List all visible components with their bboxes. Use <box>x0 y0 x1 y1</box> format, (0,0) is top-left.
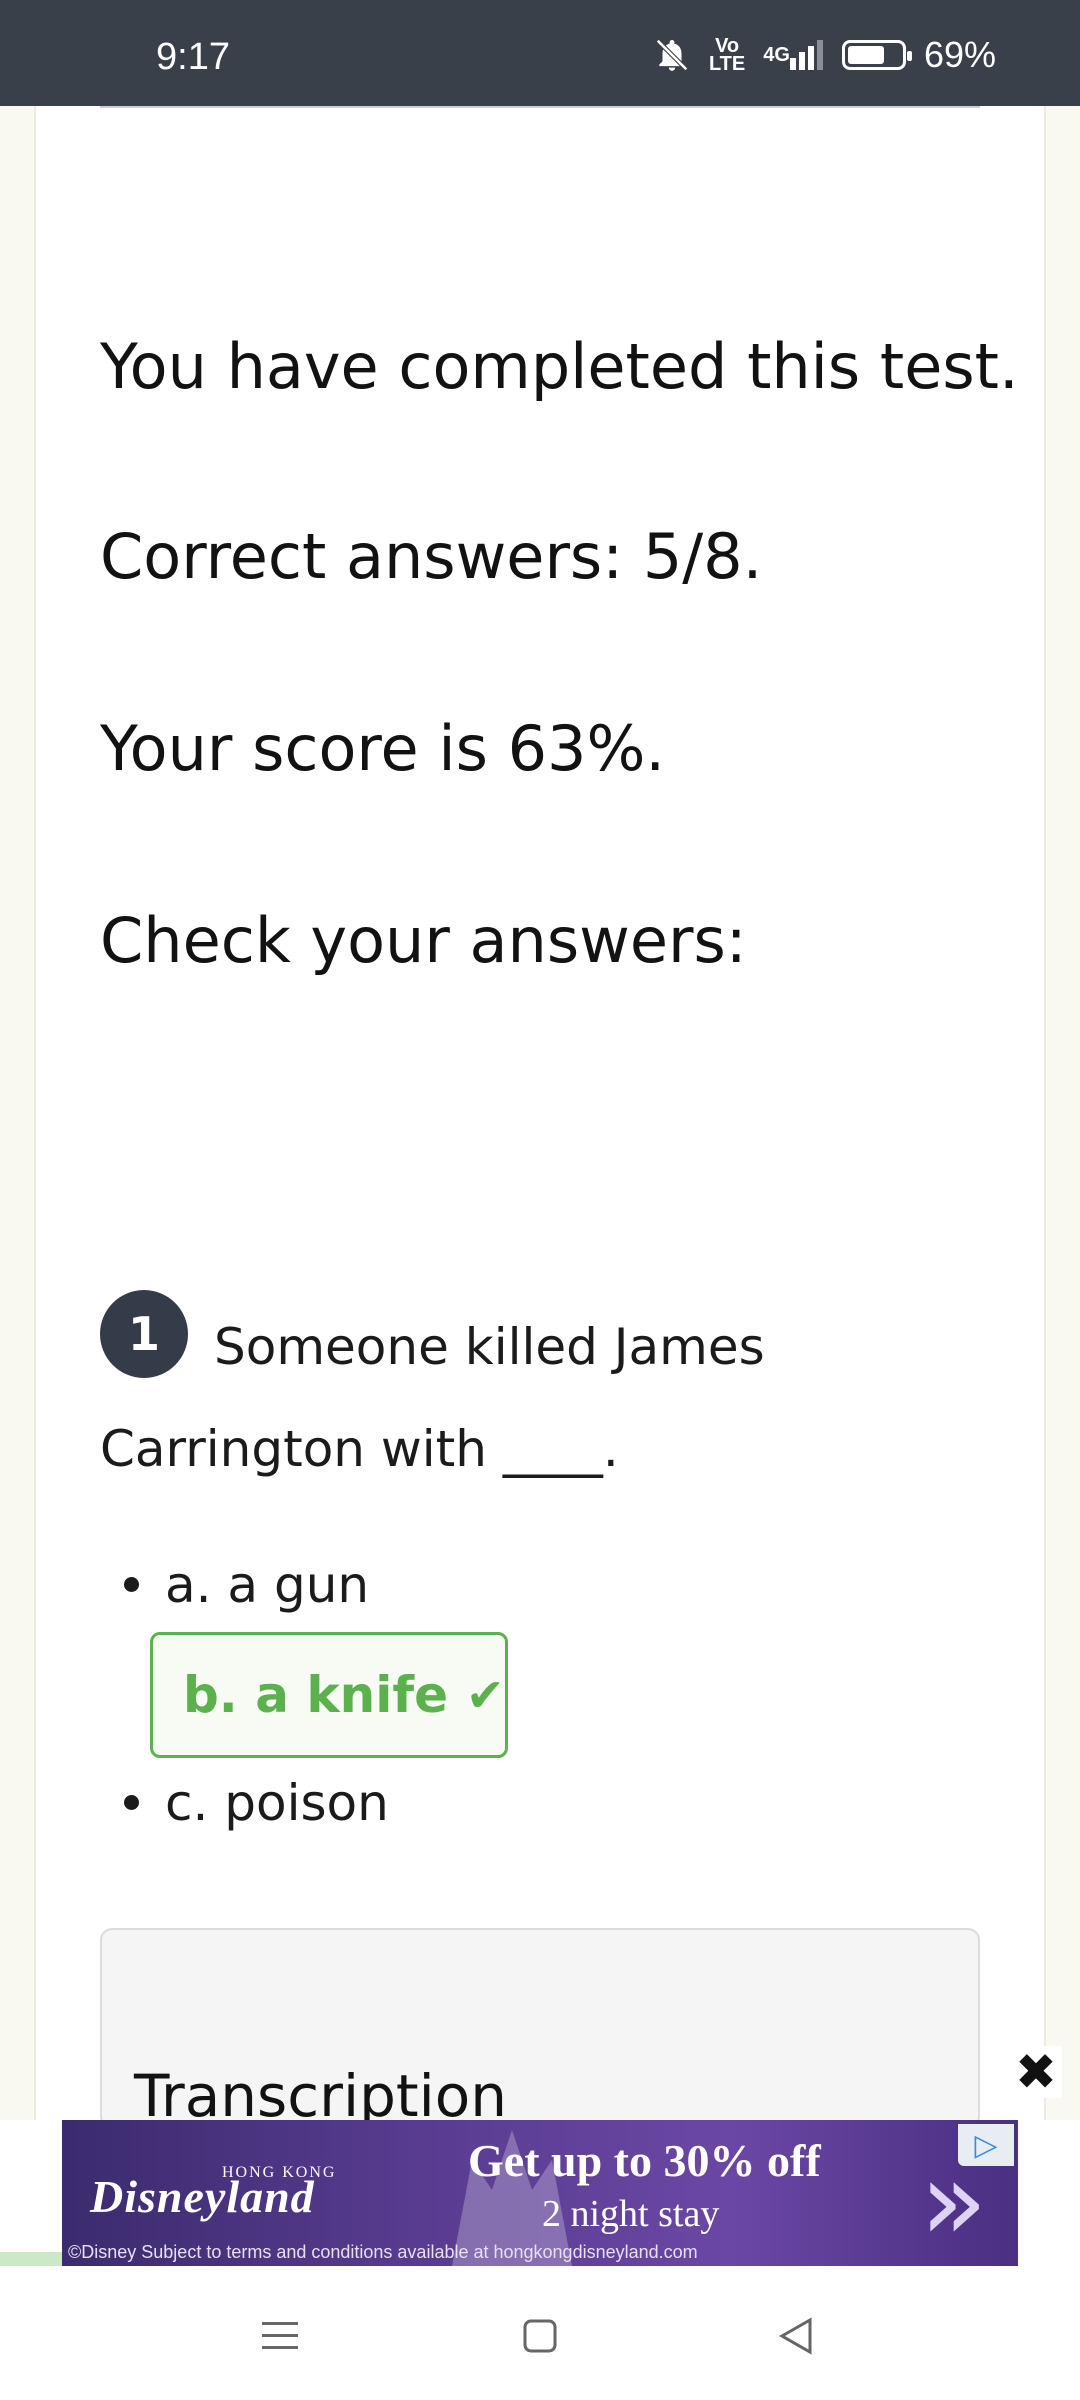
question-number-badge: 1 <box>100 1290 188 1378</box>
question-text-line2: Carrington with ____. <box>100 1420 619 1478</box>
ad-subline: 2 night stay <box>542 2193 720 2235</box>
back-icon[interactable] <box>766 2306 826 2366</box>
bullet-icon <box>124 1795 139 1810</box>
ad-brand-logo: Disneyland <box>90 2171 315 2222</box>
checkmark-icon: ✔ <box>466 1668 505 1722</box>
completed-message: You have completed this test. <box>100 330 1019 403</box>
close-ad-icon[interactable]: ✖ <box>1010 2043 1062 2101</box>
ad-legal: ©Disney Subject to terms and conditions … <box>68 2242 698 2262</box>
status-icons: Vo LTE 4G 69% <box>653 34 996 76</box>
menu-icon[interactable] <box>250 2306 310 2366</box>
status-time: 9:17 <box>156 36 230 78</box>
option-a: a. a gun <box>124 1556 369 1614</box>
battery-percent: 69% <box>923 34 996 75</box>
volte-icon: Vo LTE <box>708 35 746 75</box>
system-nav-bar <box>0 2266 1080 2400</box>
ad-headline: Get up to 30% off <box>468 2135 821 2186</box>
adchoices-icon[interactable]: ▷ <box>958 2124 1014 2166</box>
bell-off-icon <box>653 36 691 74</box>
divider <box>100 106 980 108</box>
signal-icon: 4G <box>763 40 824 70</box>
option-c: c. poison <box>124 1774 389 1832</box>
transcription-panel[interactable]: Transcription <box>100 1928 980 2128</box>
correct-answers: Correct answers: 5/8. <box>100 520 763 593</box>
ad-edge <box>0 2252 62 2266</box>
status-bar: 9:17 Vo LTE 4G 69% <box>0 0 1080 106</box>
bullet-icon <box>124 1577 139 1592</box>
disneyland-ad-banner[interactable]: HONG KONG Disneyland Get up to 30% off 2… <box>62 2120 1018 2266</box>
transcription-title: Transcription <box>134 2062 508 2128</box>
score-text: Your score is 63%. <box>100 712 666 785</box>
home-icon[interactable] <box>510 2306 570 2366</box>
option-b-correct: b. a knife ✔ <box>150 1632 508 1758</box>
check-answers-heading: Check your answers: <box>100 904 747 977</box>
question-text-line1: Someone killed James <box>214 1318 765 1376</box>
battery-icon <box>841 40 912 70</box>
